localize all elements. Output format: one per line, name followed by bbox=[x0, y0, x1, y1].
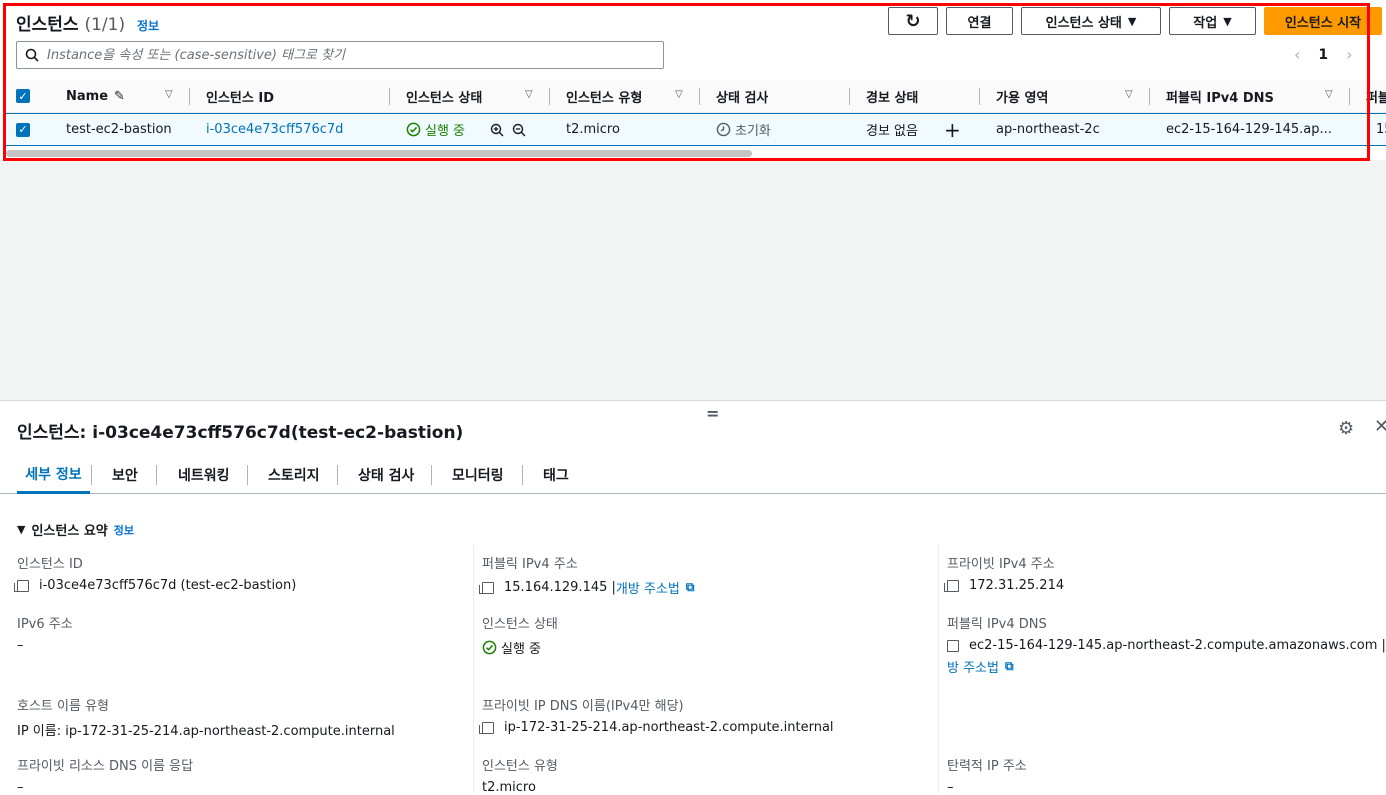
field-private-dns: 프라이빗 IP DNS 이름(IPv4만 해당) ip-172-31-25-21… bbox=[479, 699, 834, 735]
tab-security[interactable]: 보안 bbox=[112, 456, 138, 494]
caret-down-icon: ▼ bbox=[1127, 14, 1137, 28]
column-header-public-ip[interactable]: 퍼블 bbox=[1366, 80, 1386, 112]
edit-icon[interactable]: ✎ bbox=[114, 89, 125, 104]
column-header-availability-zone[interactable]: 가용 영역 bbox=[996, 80, 1048, 112]
instances-count: (1/1) bbox=[84, 15, 126, 35]
row-status-check: 초기화 bbox=[716, 114, 771, 145]
instances-table: ✓ Name ✎ ▽ 인스턴스 ID 인스턴스 상태 ▽ 인스턴스 유형 ▽ 상… bbox=[6, 80, 1386, 146]
tab-status-checks[interactable]: 상태 검사 bbox=[358, 456, 414, 494]
column-header-alarm-status[interactable]: 경보 상태 bbox=[866, 80, 918, 112]
refresh-icon: ↻ bbox=[905, 10, 921, 32]
detail-tabs: 세부 정보 보안 네트워킹 스토리지 상태 검사 모니터링 태그 bbox=[0, 456, 1386, 494]
external-link-icon[interactable]: ⧉ bbox=[1005, 659, 1014, 674]
tab-networking[interactable]: 네트워킹 bbox=[178, 456, 230, 494]
zoom-controls bbox=[490, 114, 526, 145]
clock-icon bbox=[716, 122, 731, 137]
table-header: ✓ Name ✎ ▽ 인스턴스 ID 인스턴스 상태 ▽ 인스턴스 유형 ▽ 상… bbox=[6, 80, 1386, 113]
field-hostname-type: 호스트 이름 유형 IP 이름: ip-172-31-25-214.ap-nor… bbox=[17, 699, 395, 739]
tab-details[interactable]: 세부 정보 bbox=[17, 456, 90, 494]
row-public-ip: 15. bbox=[1376, 122, 1386, 137]
instances-panel: 인스턴스 (1/1) 정보 ↻ 연결 인스턴스 상태 ▼ 작업 ▼ 인스턴스 시… bbox=[0, 0, 1386, 161]
field-elastic-ip: 탄력적 IP 주소 – bbox=[947, 759, 1027, 795]
field-public-dns: 퍼블릭 IPv4 DNS ec2-15-164-129-145.ap-north… bbox=[947, 617, 1386, 676]
tab-tags[interactable]: 태그 bbox=[543, 456, 569, 494]
field-resource-dns: 프라이빗 리소스 DNS 이름 응답 – bbox=[17, 759, 194, 795]
tab-storage[interactable]: 스토리지 bbox=[268, 456, 320, 494]
search-box[interactable] bbox=[16, 41, 664, 69]
column-header-public-dns[interactable]: 퍼블릭 IPv4 DNS bbox=[1166, 80, 1274, 112]
row-availability-zone: ap-northeast-2c bbox=[996, 122, 1100, 137]
zoom-in-icon[interactable] bbox=[490, 123, 504, 137]
column-header-instance-state[interactable]: 인스턴스 상태 bbox=[406, 80, 482, 112]
caret-down-icon: ▼ bbox=[17, 523, 26, 536]
empty-area bbox=[0, 160, 1386, 400]
copy-icon[interactable] bbox=[944, 579, 959, 592]
copy-icon[interactable] bbox=[479, 581, 494, 594]
check-circle-icon bbox=[406, 122, 421, 137]
copy-icon[interactable] bbox=[479, 721, 494, 734]
sort-caret-icon[interactable]: ▽ bbox=[1325, 89, 1333, 100]
detail-title: 인스턴스: i-03ce4e73cff576c7d(test-ec2-basti… bbox=[17, 423, 464, 443]
column-header-instance-type[interactable]: 인스턴스 유형 bbox=[566, 80, 642, 112]
row-state: 실행 중 bbox=[406, 114, 465, 145]
field-public-ipv4: 퍼블릭 IPv4 주소 15.164.129.145 | 개방 주소법 ⧉ bbox=[479, 557, 695, 597]
tab-monitoring[interactable]: 모니터링 bbox=[452, 456, 504, 494]
pagination: ‹ 1 › bbox=[1294, 45, 1353, 64]
select-all-checkbox[interactable]: ✓ bbox=[16, 80, 30, 112]
chevron-left-icon[interactable]: ‹ bbox=[1294, 45, 1300, 64]
instances-title: 인스턴스 (1/1) 정보 bbox=[16, 15, 160, 35]
sort-caret-icon[interactable]: ▽ bbox=[1125, 89, 1133, 100]
resize-handle-icon[interactable]: = bbox=[706, 404, 719, 423]
row-public-dns: ec2-15-164-129-145.ap... bbox=[1166, 122, 1332, 137]
row-name: test-ec2-bastion bbox=[66, 122, 172, 137]
field-instance-id: 인스턴스 ID i-03ce4e73cff576c7d (test-ec2-ba… bbox=[14, 557, 297, 593]
caret-down-icon: ▼ bbox=[1223, 14, 1232, 28]
section-info-link[interactable]: 정보 bbox=[114, 522, 134, 538]
field-instance-type: 인스턴스 유형 t2.micro bbox=[482, 759, 558, 795]
instance-state-button[interactable]: 인스턴스 상태 ▼ bbox=[1021, 7, 1161, 35]
row-alarm-status: 경보 없음 bbox=[866, 124, 918, 139]
section-title[interactable]: ▼ 인스턴스 요약 정보 bbox=[17, 520, 134, 539]
sort-caret-icon[interactable]: ▽ bbox=[165, 89, 173, 100]
page-number[interactable]: 1 bbox=[1318, 47, 1328, 63]
check-circle-icon bbox=[482, 640, 497, 655]
table-row[interactable]: ✓ test-ec2-bastion i-03ce4e73cff576c7d 실… bbox=[6, 113, 1386, 146]
chevron-right-icon[interactable]: › bbox=[1346, 45, 1352, 64]
launch-instance-button[interactable]: 인스턴스 시작 bbox=[1264, 7, 1382, 35]
connect-button[interactable]: 연결 bbox=[946, 7, 1013, 35]
sort-caret-icon[interactable]: ▽ bbox=[525, 89, 533, 100]
search-icon bbox=[25, 48, 39, 62]
open-address-link[interactable]: 개방 주소법 bbox=[616, 578, 680, 597]
actions-button[interactable]: 작업 ▼ bbox=[1169, 7, 1256, 35]
add-alarm-icon[interactable]: + bbox=[944, 114, 961, 145]
gear-icon[interactable]: ⚙ bbox=[1338, 418, 1354, 439]
field-ipv6: IPv6 주소 – bbox=[17, 617, 73, 653]
horizontal-scrollbar[interactable] bbox=[6, 150, 752, 157]
external-link-icon[interactable]: ⧉ bbox=[686, 580, 695, 595]
copy-icon[interactable] bbox=[14, 579, 29, 592]
field-instance-state: 인스턴스 상태 실행 중 bbox=[482, 617, 558, 657]
row-instance-type: t2.micro bbox=[566, 122, 620, 137]
info-link[interactable]: 정보 bbox=[137, 19, 159, 33]
refresh-button[interactable]: ↻ bbox=[888, 7, 938, 35]
column-header-name[interactable]: Name ✎ bbox=[66, 80, 125, 112]
zoom-out-icon[interactable] bbox=[512, 123, 526, 137]
field-private-ipv4: 프라이빗 IPv4 주소 172.31.25.214 bbox=[944, 557, 1065, 593]
copy-icon[interactable] bbox=[947, 639, 959, 652]
row-instance-id-link[interactable]: i-03ce4e73cff576c7d bbox=[206, 114, 343, 145]
open-address-link[interactable]: 방 주소법 bbox=[947, 657, 999, 676]
row-checkbox[interactable]: ✓ bbox=[16, 114, 30, 145]
column-header-status-check[interactable]: 상태 검사 bbox=[716, 80, 768, 112]
column-header-instance-id[interactable]: 인스턴스 ID bbox=[206, 80, 274, 112]
search-input[interactable] bbox=[47, 47, 647, 63]
close-icon[interactable]: ✕ bbox=[1374, 416, 1386, 437]
sort-caret-icon[interactable]: ▽ bbox=[675, 89, 683, 100]
